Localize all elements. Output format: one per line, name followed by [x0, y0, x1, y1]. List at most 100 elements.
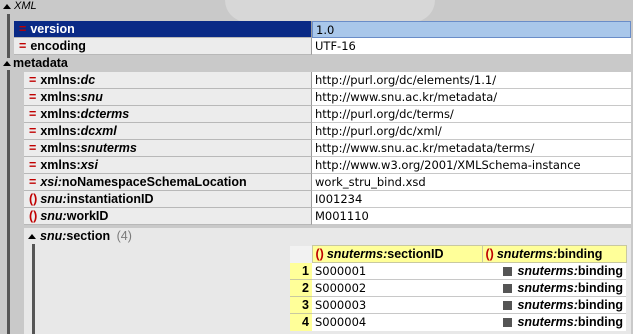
attribute-value[interactable]: 1.0	[312, 21, 631, 38]
attribute-row-encoding[interactable]: = encoding UTF-16	[14, 38, 631, 55]
binding-name: binding	[577, 281, 623, 295]
namespace-prefix: snu:	[40, 229, 67, 243]
expand-icon[interactable]	[503, 318, 513, 328]
attribute-name: xmlns:	[40, 73, 81, 87]
attribute-key: = encoding	[14, 38, 312, 55]
cell-sectionID[interactable]: S000003	[312, 296, 482, 314]
column-name: binding	[557, 247, 603, 261]
attribute-row[interactable]: = xmlns:dcterms http://purl.org/dc/terms/	[24, 106, 631, 123]
attribute-name: xmlns:	[40, 141, 81, 155]
element-name: instantiationID	[66, 192, 154, 206]
attribute-row[interactable]: = xsi:noNamespaceSchemaLocation work_stru…	[24, 174, 631, 191]
namespace-prefix: snuterms	[80, 141, 137, 155]
element-marker: ()	[29, 192, 38, 206]
attribute-marker: =	[29, 158, 37, 172]
collapse-toggle-root[interactable]	[3, 4, 11, 9]
attribute-row[interactable]: = xmlns:dcxml http://purl.org/dc/xml/	[24, 123, 631, 140]
row-index: 2	[290, 279, 312, 297]
namespace-prefix: dcxml	[80, 124, 117, 138]
element-marker: ()	[315, 247, 324, 261]
element-marker: ()	[485, 247, 494, 261]
attribute-key: = xmlns:dc	[24, 72, 312, 89]
table-row[interactable]: 4 S000004 snuterms:binding	[290, 313, 626, 331]
attribute-key: = xmlns:xsi	[24, 157, 312, 174]
attribute-name: xmlns:	[40, 90, 81, 104]
root-node: XML = version 1.0 = encoding UTF-16 metada…	[0, 0, 633, 334]
section-block: snu:section (4) () snuterms:sectionID () s…	[24, 228, 631, 334]
section-side-bar	[32, 244, 35, 334]
binding-name: binding	[577, 315, 623, 330]
cell-binding[interactable]: snuterms:binding	[482, 296, 626, 314]
element-value[interactable]: M001110	[312, 208, 631, 225]
expand-icon[interactable]	[503, 267, 513, 276]
cell-binding[interactable]: snuterms:binding	[482, 262, 626, 280]
section-header: snu:section (4)	[40, 229, 132, 243]
namespace-prefix: snuterms:	[496, 247, 558, 261]
attribute-value[interactable]: http://www.w3.org/2001/XMLSchema-instanc…	[312, 157, 631, 174]
element-marker: ()	[29, 209, 38, 223]
section-count: (4)	[116, 229, 132, 243]
element-row[interactable]: () snu:instantiationID I001234	[24, 191, 631, 208]
attribute-key: = xmlns:snu	[24, 89, 312, 106]
attribute-value[interactable]: UTF-16	[312, 38, 631, 55]
section-table: () snuterms:sectionID () snuterms:binding …	[290, 245, 627, 331]
attribute-value[interactable]: http://www.snu.ac.kr/metadata/terms/	[312, 140, 631, 157]
cell-sectionID[interactable]: S000004	[312, 313, 482, 331]
attribute-marker: =	[29, 73, 37, 87]
row-index: 4	[290, 313, 312, 331]
namespace-prefix: xsi:	[40, 175, 62, 189]
collapse-toggle-section[interactable]	[28, 234, 36, 239]
attribute-key: = xmlns:snuterms	[24, 140, 312, 157]
attribute-row[interactable]: = xmlns:snuterms http://www.snu.ac.kr/met…	[24, 140, 631, 157]
namespace-prefix: snuterms:	[517, 281, 578, 295]
cell-sectionID[interactable]: S000002	[312, 279, 482, 297]
namespace-prefix: snu:	[40, 192, 67, 206]
attribute-name: xmlns:	[40, 158, 81, 172]
column-name: sectionID	[387, 247, 444, 261]
expand-icon[interactable]	[503, 284, 513, 293]
namespace-prefix: snuterms:	[517, 298, 578, 312]
attribute-marker: =	[29, 107, 37, 121]
row-index: 1	[290, 262, 312, 280]
element-key: () snu:instantiationID	[24, 191, 312, 208]
namespace-prefix: xsi	[80, 158, 98, 172]
attribute-value[interactable]: work_stru_bind.xsd	[312, 174, 631, 191]
attribute-value[interactable]: http://purl.org/dc/terms/	[312, 106, 631, 123]
attribute-row[interactable]: = xmlns:snu http://www.snu.ac.kr/metadata…	[24, 89, 631, 106]
attribute-row[interactable]: = xmlns:dc http://purl.org/dc/elements/1.…	[24, 72, 631, 89]
row-index: 3	[290, 296, 312, 314]
cell-binding[interactable]: snuterms:binding	[482, 279, 626, 297]
namespace-prefix: dc	[80, 73, 96, 87]
table-row[interactable]: 3 S000003 snuterms:binding	[290, 296, 626, 314]
metadata-label: metadata	[13, 56, 68, 70]
root-label: XML	[14, 0, 37, 12]
row-index-header	[290, 245, 312, 263]
attribute-value[interactable]: http://www.snu.ac.kr/metadata/	[312, 89, 631, 106]
attribute-value[interactable]: http://purl.org/dc/xml/	[312, 123, 631, 140]
table-row[interactable]: 2 S000002 snuterms:binding	[290, 279, 626, 297]
namespace-prefix: snuterms:	[326, 247, 388, 261]
attribute-row[interactable]: = xmlns:xsi http://www.w3.org/2001/XMLSch…	[24, 157, 631, 174]
attribute-marker: =	[29, 90, 37, 104]
element-row[interactable]: () snu:workID M001110	[24, 208, 631, 225]
attribute-name: version	[30, 22, 75, 36]
expand-icon[interactable]	[503, 301, 513, 310]
table-row[interactable]: 1 S000001 snuterms:binding	[290, 262, 626, 280]
root-side-bar	[7, 14, 10, 58]
namespace-prefix: snuterms:	[517, 315, 578, 330]
element-value[interactable]: I001234	[312, 191, 631, 208]
attribute-value[interactable]: http://purl.org/dc/elements/1.1/	[312, 72, 631, 89]
column-header-binding[interactable]: () snuterms:binding	[481, 245, 627, 263]
root-attributes: = version 1.0 = encoding UTF-16	[14, 21, 631, 55]
cell-binding[interactable]: snuterms:binding	[482, 313, 626, 331]
column-header-sectionID[interactable]: () snuterms:sectionID	[311, 245, 483, 263]
attribute-name: noNamespaceSchemaLocation	[61, 175, 247, 189]
element-name: workID	[66, 209, 109, 223]
attribute-row-version[interactable]: = version 1.0	[14, 21, 631, 38]
metadata-side-bar	[7, 70, 10, 334]
attribute-key: = xmlns:dcxml	[24, 123, 312, 140]
collapse-toggle-metadata[interactable]	[3, 61, 11, 66]
element-key: () snu:workID	[24, 208, 312, 225]
namespace-prefix: snuterms:	[517, 264, 578, 278]
cell-sectionID[interactable]: S000001	[312, 262, 482, 280]
